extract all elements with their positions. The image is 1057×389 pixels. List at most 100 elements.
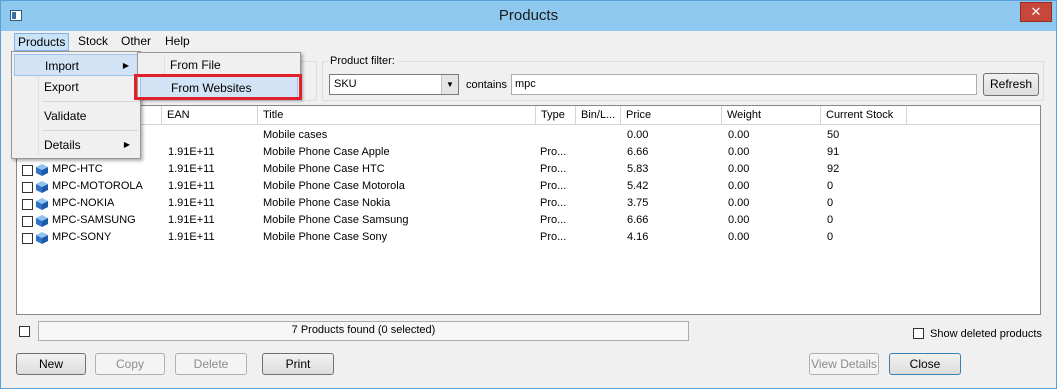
menu-item-export[interactable]: Export (14, 76, 138, 98)
show-deleted-checkbox[interactable] (913, 328, 924, 339)
cell-price: 5.42 (627, 180, 649, 192)
column-header-type[interactable]: Type (536, 106, 576, 125)
cell-type: Pro... (540, 197, 567, 209)
status-bar: 7 Products found (0 selected) (38, 321, 689, 341)
column-header-title[interactable]: Title (258, 106, 536, 125)
cell-price: 5.83 (627, 163, 649, 175)
table-row[interactable]: MPC-SONY 1.91E+11 Mobile Phone Case Sony… (17, 230, 1040, 247)
delete-button[interactable]: Delete (175, 353, 247, 375)
table-row[interactable]: MPC-SAMSUNG 1.91E+11 Mobile Phone Case S… (17, 213, 1040, 230)
grid-header: EAN Title Type Bin/L... Price Weight Cur… (17, 106, 1040, 125)
table-row[interactable]: MPC-HTC 1.91E+11 Mobile Phone Case HTC P… (17, 162, 1040, 179)
cell-weight: 0.00 (728, 146, 750, 158)
cell-title: Mobile Phone Case Samsung (263, 214, 409, 226)
cell-title: Mobile cases (263, 129, 328, 141)
cell-type: Pro... (540, 231, 567, 243)
filter-field-select[interactable]: SKU ▼ (329, 74, 459, 95)
submenu-arrow-icon: ▶ (122, 61, 129, 70)
cell-weight: 0.00 (728, 197, 750, 209)
cell-stock: 91 (827, 146, 840, 158)
cell-stock: 0 (827, 180, 834, 192)
menu-item-import-label: Import (45, 59, 80, 73)
cell-title: Mobile Phone Case Sony (263, 231, 388, 243)
table-row[interactable]: MPC-MOTOROLA 1.91E+11 Mobile Phone Case … (17, 179, 1040, 196)
menu-item-validate[interactable]: Validate (14, 105, 138, 127)
cell-price: 4.16 (627, 231, 649, 243)
cell-stock: 50 (827, 129, 840, 141)
cell-sku: MPC-SAMSUNG (52, 214, 136, 226)
row-checkbox[interactable] (22, 182, 33, 193)
row-checkbox[interactable] (22, 199, 33, 210)
menu-other[interactable]: Other (118, 33, 154, 51)
close-window-button[interactable]: ✕ (1020, 2, 1052, 22)
menu-help[interactable]: Help (162, 33, 193, 51)
menu-products[interactable]: Products (14, 33, 70, 51)
cell-type: Pro... (540, 146, 567, 158)
copy-button[interactable]: Copy (95, 353, 165, 375)
product-cube-icon (36, 215, 48, 227)
cell-price: 6.66 (627, 146, 649, 158)
column-header-current-stock[interactable]: Current Stock (821, 106, 907, 125)
cell-sku: MPC-MOTOROLA (52, 180, 143, 192)
cell-title: Mobile Phone Case Apple (263, 146, 390, 158)
cell-stock: 0 (827, 197, 834, 209)
cell-weight: 0.00 (728, 180, 750, 192)
products-window: Products ✕ Products Stock Other Help Pro… (0, 0, 1057, 389)
column-header-weight[interactable]: Weight (722, 106, 821, 125)
new-button[interactable]: New (16, 353, 86, 375)
row-checkbox[interactable] (22, 216, 33, 227)
column-header-price[interactable]: Price (621, 106, 722, 125)
cell-weight: 0.00 (728, 129, 750, 141)
product-cube-icon (36, 198, 48, 210)
filter-operator-label: contains (466, 79, 507, 91)
cell-weight: 0.00 (728, 231, 750, 243)
select-all-checkbox[interactable] (19, 326, 30, 337)
table-row[interactable]: 1.91E+11 Mobile Phone Case Apple Pro... … (17, 145, 1040, 162)
menu-item-from-file[interactable]: From File (140, 54, 298, 76)
print-button[interactable]: Print (262, 353, 334, 375)
submenu-arrow-icon: ▶ (123, 140, 130, 149)
cell-sku: MPC-NOKIA (52, 197, 115, 209)
menu-item-import[interactable]: Import ▶ (14, 54, 138, 76)
menu-item-details[interactable]: Details ▶ (14, 134, 138, 156)
cell-price: 0.00 (627, 129, 649, 141)
column-header-bin[interactable]: Bin/L... (576, 106, 621, 125)
row-checkbox[interactable] (22, 165, 33, 176)
product-cube-icon (36, 164, 48, 176)
cell-stock: 92 (827, 163, 840, 175)
window-title: Products (498, 7, 559, 24)
menu-item-export-label: Export (44, 80, 79, 94)
menu-stock[interactable]: Stock (75, 33, 111, 51)
chevron-down-icon[interactable]: ▼ (441, 75, 458, 94)
cell-stock: 0 (827, 231, 834, 243)
product-filter-label: Product filter: (328, 55, 397, 67)
close-button[interactable]: Close (889, 353, 961, 375)
cell-ean: 1.91E+11 (168, 146, 215, 158)
view-details-button[interactable]: View Details (809, 353, 879, 375)
filter-value-text: mpc (515, 78, 536, 90)
cell-sku: MPC-SONY (52, 231, 112, 243)
cell-price: 6.66 (627, 214, 649, 226)
filter-value-input[interactable]: mpc (511, 74, 977, 95)
product-cube-icon (36, 181, 48, 193)
products-grid[interactable]: EAN Title Type Bin/L... Price Weight Cur… (16, 105, 1041, 315)
products-menu: Import ▶ Export Validate Details ▶ (11, 51, 141, 159)
column-header-ean[interactable]: EAN (162, 106, 258, 125)
show-deleted-label: Show deleted products (930, 328, 1042, 340)
cell-stock: 0 (827, 214, 834, 226)
menu-item-from-file-label: From File (170, 58, 221, 72)
cell-type: Pro... (540, 163, 567, 175)
row-checkbox[interactable] (22, 233, 33, 244)
cell-ean: 1.91E+11 (168, 231, 215, 243)
cell-ean: 1.91E+11 (168, 214, 215, 226)
title-bar[interactable]: Products ✕ (1, 1, 1056, 31)
cell-title: Mobile Phone Case Nokia (263, 197, 391, 209)
product-cube-icon (36, 232, 48, 244)
cell-type: Pro... (540, 180, 567, 192)
cell-sku: MPC-HTC (52, 163, 103, 175)
table-row[interactable]: Mobile cases 0.00 0.00 50 (17, 128, 1040, 145)
menu-separator (42, 130, 138, 131)
table-row[interactable]: MPC-NOKIA 1.91E+11 Mobile Phone Case Nok… (17, 196, 1040, 213)
refresh-button[interactable]: Refresh (983, 73, 1039, 96)
cell-ean: 1.91E+11 (168, 197, 215, 209)
